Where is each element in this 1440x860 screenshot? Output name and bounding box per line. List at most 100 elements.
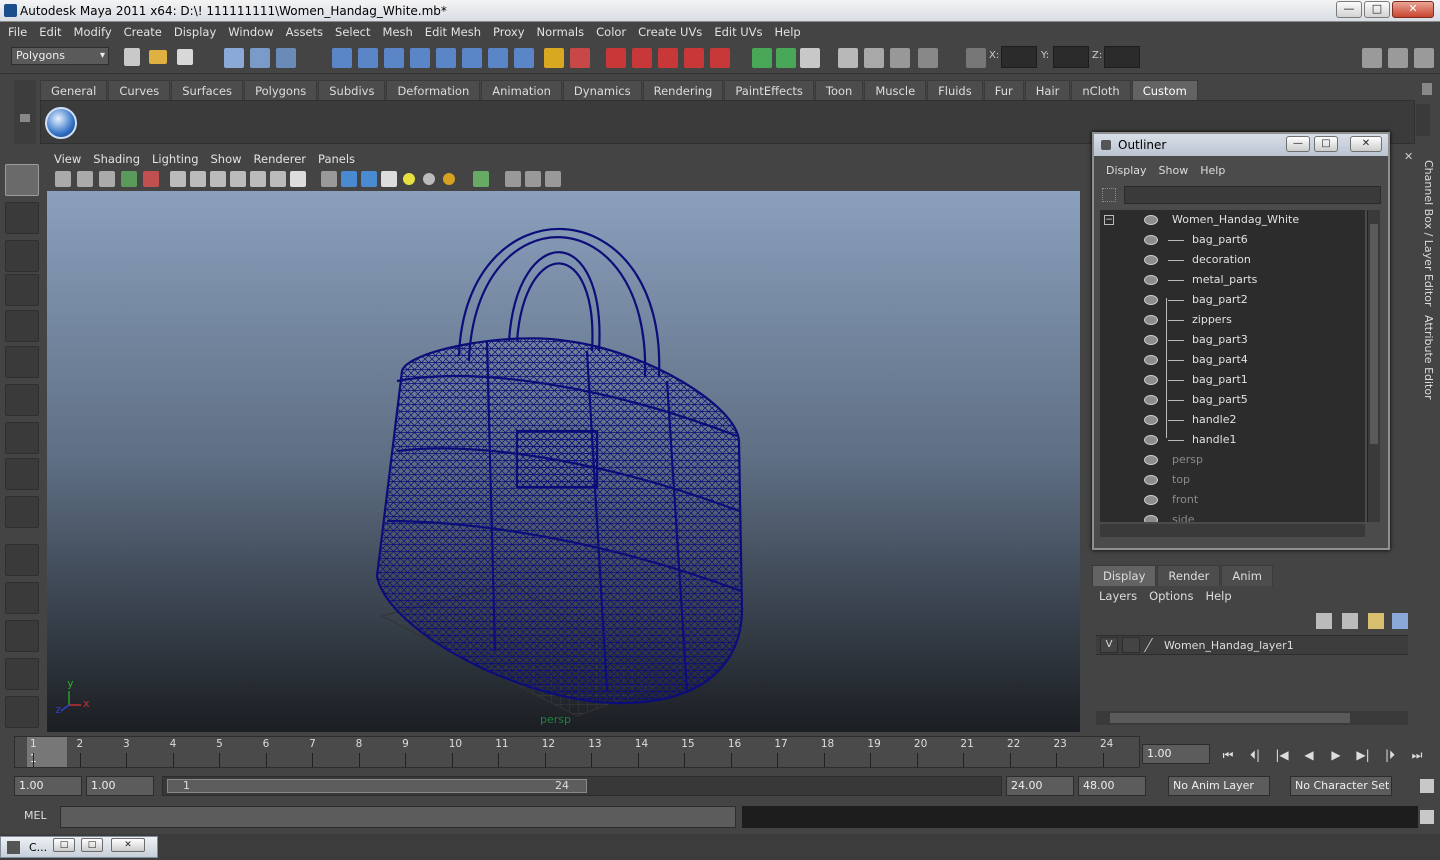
shelf-tab-toon[interactable]: Toon bbox=[814, 80, 864, 100]
shelf-options[interactable] bbox=[14, 80, 36, 144]
shelf-tab-curves[interactable]: Curves bbox=[108, 80, 171, 100]
playback-end-field[interactable]: 24.00 bbox=[1006, 776, 1074, 796]
new-layer-selected-icon[interactable] bbox=[1392, 613, 1408, 629]
shelf-tab-fur[interactable]: Fur bbox=[983, 80, 1024, 100]
layer-row[interactable]: V Women_Handag_layer1 bbox=[1096, 635, 1408, 655]
shelf-tab-painteffects[interactable]: PaintEffects bbox=[724, 80, 814, 100]
go-to-start-button[interactable]: ⏮ bbox=[1218, 746, 1238, 764]
shelf-tab-surfaces[interactable]: Surfaces bbox=[171, 80, 244, 100]
character-set-dropdown[interactable]: No Character Set bbox=[1290, 776, 1392, 796]
show-manipulator-icon[interactable] bbox=[5, 458, 39, 490]
soft-modification-icon[interactable] bbox=[5, 422, 39, 454]
ipr-render-icon[interactable] bbox=[864, 48, 884, 68]
minimize-button[interactable]: — bbox=[1336, 1, 1362, 18]
lasso-tool-icon[interactable] bbox=[5, 202, 39, 234]
minimized-close-button[interactable]: ✕ bbox=[111, 838, 145, 852]
film-gate-icon[interactable] bbox=[190, 171, 206, 187]
outliner-item-root[interactable]: − Women_Handag_White bbox=[1100, 210, 1365, 230]
layer-menu-layers[interactable]: Layers bbox=[1093, 587, 1143, 605]
outliner-menu-show[interactable]: Show bbox=[1153, 164, 1195, 177]
collapse-toggle[interactable]: − bbox=[1104, 215, 1114, 225]
smooth-shade-icon[interactable] bbox=[341, 171, 357, 187]
highlight-selection-icon[interactable] bbox=[570, 48, 590, 68]
shelf-tab-animation[interactable]: Animation bbox=[481, 80, 562, 100]
anim-layer-dropdown[interactable]: No Anim Layer bbox=[1168, 776, 1270, 796]
graph-editor-layout-icon[interactable] bbox=[5, 658, 39, 690]
construction-history-icon[interactable] bbox=[800, 48, 820, 68]
2d-pan-zoom-icon[interactable] bbox=[143, 171, 159, 187]
outliner-title-bar[interactable]: Outliner — □ ✕ bbox=[1094, 134, 1388, 156]
trash-icon[interactable] bbox=[1422, 83, 1432, 95]
outliner-close-button[interactable]: ✕ bbox=[1350, 136, 1382, 152]
outliner-item-camera[interactable]: front bbox=[1100, 490, 1365, 510]
menu-proxy[interactable]: Proxy bbox=[487, 22, 531, 42]
layer-tab-display[interactable]: Display bbox=[1092, 565, 1157, 586]
move-layer-down-icon[interactable] bbox=[1342, 613, 1358, 629]
range-slider-handle[interactable] bbox=[167, 779, 587, 793]
outliner-item[interactable]: bag_part6 bbox=[1100, 230, 1365, 250]
play-backwards-button[interactable]: ◀ bbox=[1299, 746, 1319, 764]
render-settings-icon[interactable] bbox=[890, 48, 910, 68]
layer-visibility-toggle[interactable]: V bbox=[1100, 637, 1118, 653]
move-layer-up-icon[interactable] bbox=[1316, 613, 1332, 629]
share-icon[interactable] bbox=[545, 171, 561, 187]
single-pane-layout-icon[interactable] bbox=[5, 544, 39, 576]
menu-help[interactable]: Help bbox=[769, 22, 807, 42]
outliner-item[interactable]: handle1 bbox=[1100, 430, 1365, 450]
select-camera-icon[interactable] bbox=[55, 171, 71, 187]
outliner-scroll-thumb[interactable] bbox=[1370, 224, 1378, 444]
panel-close-icon[interactable]: ✕ bbox=[1404, 150, 1416, 163]
shelf-tab-fluids[interactable]: Fluids bbox=[927, 80, 983, 100]
outliner-item[interactable]: metal_parts bbox=[1100, 270, 1365, 290]
default-lighting-icon[interactable] bbox=[403, 173, 415, 185]
x-field[interactable] bbox=[1001, 46, 1037, 68]
step-back-frame-button[interactable]: ⏴| bbox=[1245, 746, 1265, 764]
custom-shelf-checkmark-icon[interactable] bbox=[45, 107, 77, 139]
show-attribute-editor-icon[interactable] bbox=[1362, 48, 1382, 68]
menu-select[interactable]: Select bbox=[329, 22, 376, 42]
universal-manipulator-icon[interactable] bbox=[5, 384, 39, 416]
menu-file[interactable]: File bbox=[2, 22, 33, 42]
shelf-tab-dynamics[interactable]: Dynamics bbox=[562, 80, 642, 100]
bookmark-icon[interactable] bbox=[99, 171, 115, 187]
field-chart-icon[interactable] bbox=[250, 171, 266, 187]
layer-scroll-thumb[interactable] bbox=[1110, 713, 1350, 723]
select-hierarchy-icon[interactable] bbox=[224, 48, 244, 68]
menu-create[interactable]: Create bbox=[118, 22, 168, 42]
input-connections-icon[interactable] bbox=[752, 48, 772, 68]
minimized-restore-button[interactable]: □ bbox=[53, 838, 75, 852]
open-scene-icon[interactable] bbox=[149, 50, 167, 64]
filter-icon[interactable] bbox=[1102, 188, 1116, 202]
layout-options-icon[interactable] bbox=[5, 696, 39, 728]
step-forward-key-button[interactable]: ▶| bbox=[1353, 746, 1373, 764]
xray-icon[interactable] bbox=[505, 171, 521, 187]
outliner-item-camera[interactable]: persp bbox=[1100, 450, 1365, 470]
textured-icon[interactable] bbox=[381, 171, 397, 187]
outliner-item[interactable]: bag_part4 bbox=[1100, 350, 1365, 370]
render-frame-icon[interactable] bbox=[838, 48, 858, 68]
select-tool-icon[interactable] bbox=[5, 164, 39, 196]
outliner-item[interactable]: handle2 bbox=[1100, 410, 1365, 430]
outliner-item[interactable]: bag_part2 bbox=[1100, 290, 1365, 310]
outliner-item-camera[interactable]: top bbox=[1100, 470, 1365, 490]
image-plane-icon[interactable] bbox=[121, 171, 137, 187]
viewport-menu-renderer[interactable]: Renderer bbox=[248, 152, 313, 168]
animation-end-field[interactable]: 48.00 bbox=[1078, 776, 1146, 796]
shelf-tab-rendering[interactable]: Rendering bbox=[642, 80, 724, 100]
layer-tab-render[interactable]: Render bbox=[1157, 565, 1221, 586]
wireframe-icon[interactable] bbox=[321, 171, 337, 187]
menu-assets[interactable]: Assets bbox=[280, 22, 329, 42]
step-forward-frame-button[interactable]: |⏵ bbox=[1380, 746, 1400, 764]
show-tool-settings-icon[interactable] bbox=[1388, 48, 1408, 68]
menu-edit-mesh[interactable]: Edit Mesh bbox=[419, 22, 487, 42]
paint-select-tool-icon[interactable] bbox=[5, 240, 39, 272]
move-tool-icon[interactable] bbox=[5, 274, 39, 306]
shelf-menu-icon[interactable] bbox=[20, 114, 30, 122]
make-live-icon[interactable] bbox=[710, 48, 730, 68]
select-by-handle-icon[interactable] bbox=[332, 48, 352, 68]
viewport-menu-lighting[interactable]: Lighting bbox=[146, 152, 204, 168]
close-button[interactable]: ✕ bbox=[1392, 1, 1434, 18]
shelf-tab-custom[interactable]: Custom bbox=[1131, 80, 1198, 100]
shelf-tab-hair[interactable]: Hair bbox=[1024, 80, 1071, 100]
menu-set-dropdown[interactable]: Polygons bbox=[11, 47, 109, 65]
